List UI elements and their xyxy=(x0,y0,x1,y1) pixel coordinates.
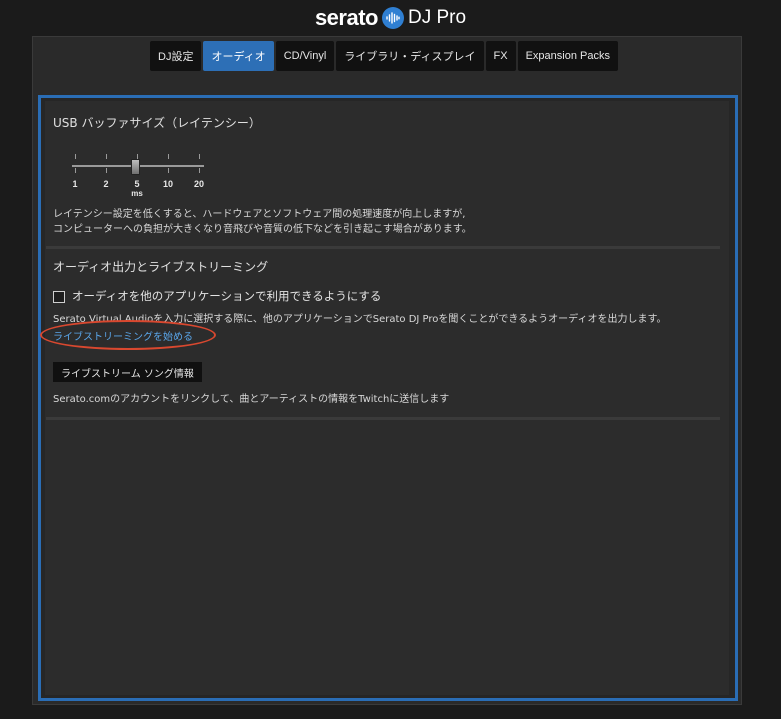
virtual-audio-description: Serato Virtual Audioを入力に選択する際に、他のアプリケーショ… xyxy=(53,314,667,325)
tab-fx[interactable]: FX xyxy=(485,41,516,71)
section-divider xyxy=(46,246,720,249)
audio-output-title: オーディオ出力とライブストリーミング xyxy=(53,260,269,274)
slider-tick xyxy=(75,168,76,173)
tab-expansion-packs[interactable]: Expansion Packs xyxy=(517,41,618,71)
settings-tabs: DJ設定 オーディオ CD/Vinyl ライブラリ・ディスプレイ FX Expa… xyxy=(150,41,618,71)
tick-label-20: 20 xyxy=(193,179,204,189)
slider-tick xyxy=(199,154,200,159)
tab-dj-settings[interactable]: DJ設定 xyxy=(150,41,202,71)
twitch-link-description: Serato.comのアカウントをリンクして、曲とアーティストの情報をTwitc… xyxy=(53,394,450,405)
tab-library-display[interactable]: ライブラリ・ディスプレイ xyxy=(336,41,484,71)
product-name: DJ Pro xyxy=(407,7,467,28)
slider-unit: ms xyxy=(131,189,143,198)
slider-tick xyxy=(106,168,107,173)
tick-label-2: 2 xyxy=(103,179,109,189)
latency-slider-thumb[interactable] xyxy=(131,159,140,175)
slider-tick xyxy=(168,154,169,159)
slider-tick xyxy=(168,168,169,173)
app-header: serato DJ Pro xyxy=(0,0,781,36)
slider-tick xyxy=(75,154,76,159)
slider-tick xyxy=(199,168,200,173)
section-divider xyxy=(46,417,720,420)
live-stream-song-info-button[interactable]: ライブストリーム ソング情報 xyxy=(53,362,202,382)
latency-description-line1: レイテンシー設定を低くすると、ハードウェアとソフトウェア間の処理速度が向上します… xyxy=(53,209,466,220)
brand-logo: serato xyxy=(314,5,379,30)
slider-tick xyxy=(106,154,107,159)
tick-label-5: 5 xyxy=(134,179,140,189)
share-audio-label[interactable]: オーディオを他のアプリケーションで利用できるようにする xyxy=(72,289,381,304)
tab-cd-vinyl[interactable]: CD/Vinyl xyxy=(275,41,335,71)
usb-buffer-title: USB バッファサイズ（レイテンシー） xyxy=(53,116,261,130)
tick-label-10: 10 xyxy=(162,179,173,189)
share-audio-checkbox[interactable] xyxy=(53,291,65,303)
serato-waveform-icon xyxy=(381,7,404,29)
latency-description-line2: コンピューターへの負担が大きくなり音飛びや音質の低下などを引き起こす場合がありま… xyxy=(53,224,472,235)
tab-audio[interactable]: オーディオ xyxy=(203,41,274,71)
tick-label-1: 1 xyxy=(72,179,78,189)
start-live-streaming-link[interactable]: ライブストリーミングを始める xyxy=(53,328,193,343)
